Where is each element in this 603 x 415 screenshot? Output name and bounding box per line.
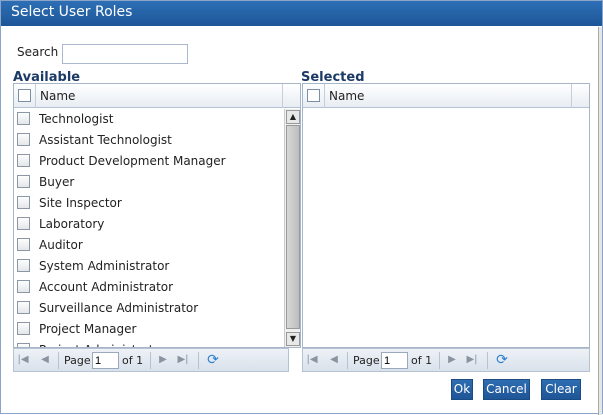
role-checkbox[interactable] xyxy=(17,301,30,314)
role-name: Auditor xyxy=(39,238,83,252)
selected-pager: |◀ ◀ Page of 1 ▶ ▶| ⟳ xyxy=(302,348,590,372)
next-page-icon[interactable]: ▶ xyxy=(445,354,459,366)
pager-divider xyxy=(487,352,488,369)
previous-page-icon[interactable]: ◀ xyxy=(327,354,341,366)
role-checkbox[interactable] xyxy=(17,280,30,293)
select-user-roles-dialog: Select User Roles Search Available Selec… xyxy=(0,0,603,415)
page-count-label: of 1 xyxy=(411,354,433,367)
role-checkbox[interactable] xyxy=(17,196,30,209)
list-item[interactable]: Buyer xyxy=(14,172,284,193)
pager-divider xyxy=(198,352,199,369)
page-label: Page xyxy=(353,354,380,367)
available-scrollbar[interactable]: ▲ ▼ xyxy=(284,109,300,347)
selected-list xyxy=(303,109,573,347)
list-item[interactable]: Product Development Manager xyxy=(14,151,284,172)
list-item[interactable]: System Administrator xyxy=(14,256,284,277)
column-divider xyxy=(35,84,36,108)
page-number-input[interactable] xyxy=(92,352,119,369)
list-item[interactable]: Laboratory xyxy=(14,214,284,235)
role-name: Buyer xyxy=(39,175,75,189)
first-page-icon[interactable]: |◀ xyxy=(305,354,319,366)
role-checkbox[interactable] xyxy=(17,154,30,167)
available-select-all-checkbox[interactable] xyxy=(18,89,31,102)
first-page-icon[interactable]: |◀ xyxy=(16,354,30,366)
available-pager: |◀ ◀ Page of 1 ▶ ▶| ⟳ xyxy=(13,348,289,372)
previous-page-icon[interactable]: ◀ xyxy=(38,354,52,366)
list-item[interactable]: Assistant Technologist xyxy=(14,130,284,151)
selected-grid-header: Name xyxy=(303,84,589,108)
role-name: Site Inspector xyxy=(39,196,122,210)
list-item[interactable]: Auditor xyxy=(14,235,284,256)
role-name: Assistant Technologist xyxy=(39,133,172,147)
clear-button[interactable]: Clear xyxy=(541,379,581,400)
page-label: Page xyxy=(64,354,91,367)
role-checkbox[interactable] xyxy=(17,259,30,272)
role-checkbox[interactable] xyxy=(17,217,30,230)
selected-section-title: Selected xyxy=(301,71,365,83)
available-section-title: Available xyxy=(13,71,81,83)
ok-button[interactable]: Ok xyxy=(451,379,473,400)
pager-divider xyxy=(58,352,59,369)
scroll-up-arrow-icon[interactable]: ▲ xyxy=(286,110,300,124)
column-divider xyxy=(282,84,283,108)
role-name: Account Administrator xyxy=(39,280,174,294)
list-item[interactable]: Account Administrator xyxy=(14,277,284,298)
role-checkbox[interactable] xyxy=(17,175,30,188)
list-item[interactable]: Technologist xyxy=(14,109,284,130)
column-divider xyxy=(571,84,572,108)
role-checkbox[interactable] xyxy=(17,343,30,347)
pager-divider xyxy=(150,352,151,369)
role-checkbox[interactable] xyxy=(17,238,30,251)
dialog-title: Select User Roles xyxy=(1,1,602,26)
role-name: Project Administrator xyxy=(39,343,166,347)
role-name: Surveillance Administrator xyxy=(39,301,199,315)
scrollbar-thumb[interactable] xyxy=(286,125,300,329)
search-label: Search xyxy=(17,45,59,59)
selected-name-column-header[interactable]: Name xyxy=(329,89,364,103)
pager-divider xyxy=(439,352,440,369)
list-item[interactable]: Project Manager xyxy=(14,319,284,340)
page-count-label: of 1 xyxy=(122,354,144,367)
last-page-icon[interactable]: ▶| xyxy=(465,354,479,366)
role-name: Laboratory xyxy=(39,217,105,231)
cancel-button[interactable]: Cancel xyxy=(483,379,530,400)
role-name: Project Manager xyxy=(39,322,137,336)
role-checkbox[interactable] xyxy=(17,112,30,125)
list-item[interactable]: Project Administrator xyxy=(14,340,284,347)
available-grid: Name Technologist Assistant Technologist P… xyxy=(13,83,301,348)
available-name-column-header[interactable]: Name xyxy=(40,89,75,103)
selected-grid: Name xyxy=(302,83,590,348)
dialog-edge xyxy=(598,27,602,415)
role-name: System Administrator xyxy=(39,259,170,273)
available-list: Technologist Assistant Technologist Produc… xyxy=(14,109,284,347)
selected-select-all-checkbox[interactable] xyxy=(307,89,320,102)
role-checkbox[interactable] xyxy=(17,322,30,335)
pager-divider xyxy=(347,352,348,369)
role-checkbox[interactable] xyxy=(17,133,30,146)
list-item[interactable]: Site Inspector xyxy=(14,193,284,214)
search-input[interactable] xyxy=(62,44,188,64)
refresh-icon[interactable]: ⟳ xyxy=(205,352,221,368)
list-item[interactable]: Surveillance Administrator xyxy=(14,298,284,319)
refresh-icon[interactable]: ⟳ xyxy=(494,352,510,368)
next-page-icon[interactable]: ▶ xyxy=(156,354,170,366)
last-page-icon[interactable]: ▶| xyxy=(176,354,190,366)
column-divider xyxy=(324,84,325,108)
available-grid-header: Name xyxy=(14,84,300,108)
scroll-down-arrow-icon[interactable]: ▼ xyxy=(286,332,300,346)
role-name: Product Development Manager xyxy=(39,154,226,168)
role-name: Technologist xyxy=(39,112,114,126)
page-number-input[interactable] xyxy=(381,352,408,369)
